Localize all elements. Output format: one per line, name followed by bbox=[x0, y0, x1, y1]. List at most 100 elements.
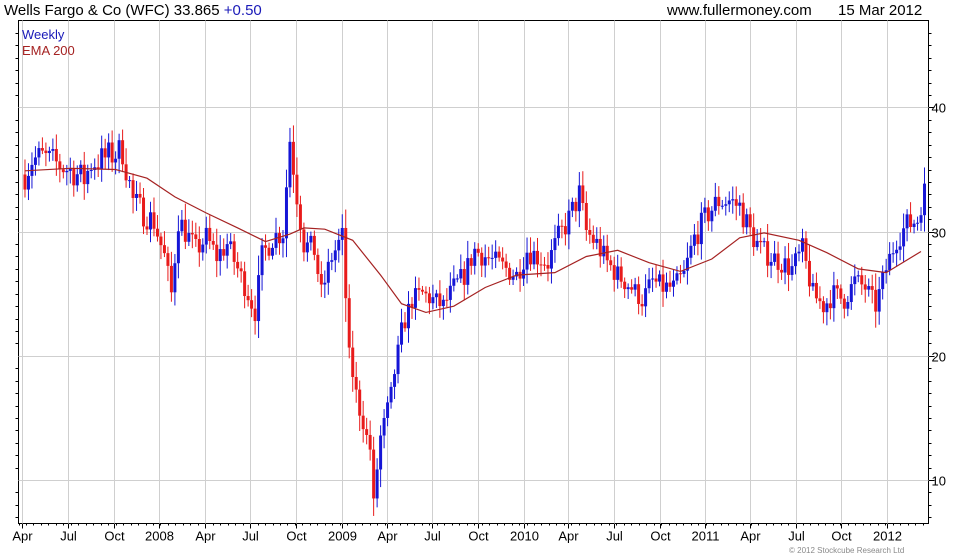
weekly-bar-down bbox=[445, 299, 449, 301]
title-text: Wells Fargo & Co (WFC) 33.865 bbox=[4, 2, 220, 19]
weekly-bar-up bbox=[916, 222, 920, 224]
weekly-bar-down bbox=[612, 265, 616, 280]
weekly-bar-up bbox=[731, 199, 735, 201]
weekly-bar-down bbox=[609, 260, 613, 266]
weekly-bar-down bbox=[501, 257, 505, 262]
weekly-bar-up bbox=[494, 251, 498, 258]
weekly-bar-up bbox=[724, 204, 728, 206]
title-change: +0.50 bbox=[223, 2, 262, 19]
x-tick-label: 2011 bbox=[692, 529, 720, 544]
weekly-bar-up bbox=[79, 164, 83, 175]
weekly-bar-down bbox=[787, 258, 791, 275]
weekly-bar-up bbox=[570, 201, 574, 211]
weekly-bar-up bbox=[675, 273, 679, 281]
weekly-bar-down bbox=[131, 180, 135, 198]
x-tick-label: Oct bbox=[104, 529, 125, 544]
weekly-bar-down bbox=[215, 244, 219, 262]
x-tick-label: Jul bbox=[606, 529, 623, 544]
weekly-bar-up bbox=[225, 244, 229, 256]
weekly-bar-down bbox=[734, 199, 738, 206]
weekly-bar-down bbox=[316, 254, 320, 275]
weekly-bar-up bbox=[288, 141, 292, 188]
weekly-bar-up bbox=[888, 253, 892, 271]
weekly-bar-up bbox=[846, 302, 850, 309]
weekly-bar-up bbox=[413, 288, 417, 308]
weekly-bar-down bbox=[804, 238, 808, 261]
weekly-bar-up bbox=[919, 215, 923, 223]
weekly-bar-up bbox=[448, 285, 452, 300]
weekly-bar-up bbox=[689, 245, 693, 258]
weekly-bar-down bbox=[759, 240, 763, 243]
weekly-bar-down bbox=[640, 303, 644, 307]
weekly-bar-up bbox=[466, 258, 470, 285]
weekly-bar-down bbox=[253, 308, 257, 322]
x-tick-label: 2009 bbox=[328, 529, 357, 544]
weekly-bar-up bbox=[794, 253, 798, 267]
weekly-bar-up bbox=[647, 279, 651, 289]
weekly-bar-up bbox=[567, 210, 571, 235]
weekly-bar-up bbox=[459, 269, 463, 279]
weekly-bar-up bbox=[117, 140, 121, 159]
weekly-bar-down bbox=[236, 261, 240, 269]
weekly-bar-down bbox=[842, 298, 846, 309]
weekly-bar-up bbox=[51, 148, 55, 151]
weekly-bar-down bbox=[194, 234, 198, 240]
weekly-bar-down bbox=[661, 274, 665, 292]
weekly-bar-down bbox=[121, 140, 125, 165]
weekly-bar-up bbox=[260, 245, 264, 276]
site-name: www.fullermoney.com bbox=[667, 2, 812, 19]
weekly-bar-down bbox=[162, 245, 166, 254]
weekly-bar-up bbox=[755, 240, 759, 248]
weekly-bar-up bbox=[187, 233, 191, 242]
weekly-bar-up bbox=[720, 205, 724, 207]
weekly-bar-down bbox=[211, 240, 215, 245]
legend-ema: EMA 200 bbox=[22, 43, 75, 58]
weekly-bar-down bbox=[741, 202, 745, 228]
weekly-bar-down bbox=[814, 282, 818, 299]
weekly-bar-up bbox=[386, 402, 390, 418]
x-tick-label: Apr bbox=[12, 529, 33, 544]
x-axis: Apr Jul Oct 2008 Apr Jul Oct 2009 Apr Jul Oct 2010 A… bbox=[12, 523, 924, 544]
chart-date: 15 Mar 2012 bbox=[838, 2, 923, 19]
weekly-bar-down bbox=[159, 236, 163, 246]
weekly-bar-up bbox=[393, 374, 397, 387]
weekly-bar-up bbox=[658, 274, 662, 282]
weekly-bar-up bbox=[532, 250, 536, 265]
weekly-bar-down bbox=[291, 141, 295, 175]
weekly-bar-up bbox=[201, 244, 205, 253]
weekly-bar-down bbox=[155, 228, 159, 237]
weekly-bar-down bbox=[190, 233, 194, 235]
weekly-bar-down bbox=[54, 148, 58, 162]
weekly-bar-down bbox=[619, 266, 623, 282]
weekly-bar-up bbox=[65, 170, 69, 173]
weekly-bar-down bbox=[807, 260, 811, 287]
weekly-bar-down bbox=[588, 230, 592, 235]
weekly-bar-up bbox=[218, 249, 222, 262]
weekly-bar-down bbox=[821, 301, 825, 313]
weekly-bar-down bbox=[403, 322, 407, 329]
weekly-bar-up bbox=[176, 231, 180, 264]
weekly-bar-up bbox=[128, 180, 132, 182]
weekly-bar-up bbox=[856, 275, 860, 277]
x-tick-label: Apr bbox=[558, 529, 579, 544]
weekly-bar-up bbox=[490, 257, 494, 259]
weekly-bar-down bbox=[319, 274, 323, 285]
weekly-bar-up bbox=[323, 282, 327, 285]
weekly-bar-down bbox=[208, 227, 212, 241]
weekly-bar-up bbox=[180, 219, 184, 232]
weekly-bar-down bbox=[563, 226, 567, 235]
weekly-bar-down bbox=[40, 148, 44, 151]
price-chart: 10 20 30 40 Apr Jul Oct 2008 Apr Jul Oct 2009 Apr Ju… bbox=[12, 20, 946, 544]
weekly-bar-down bbox=[637, 284, 641, 304]
weekly-bar-up bbox=[616, 266, 620, 280]
weekly-bar-down bbox=[560, 225, 564, 227]
weekly-bar-down bbox=[365, 429, 369, 435]
weekly-bar-up bbox=[37, 148, 41, 158]
weekly-bar-up bbox=[710, 210, 714, 222]
weekly-bar-down bbox=[183, 219, 187, 242]
weekly-bar-up bbox=[895, 249, 899, 254]
weekly-bar-down bbox=[469, 258, 473, 266]
weekly-bar-down bbox=[232, 241, 236, 262]
weekly-bar-up bbox=[713, 196, 717, 211]
x-tick-label: Apr bbox=[377, 529, 398, 544]
